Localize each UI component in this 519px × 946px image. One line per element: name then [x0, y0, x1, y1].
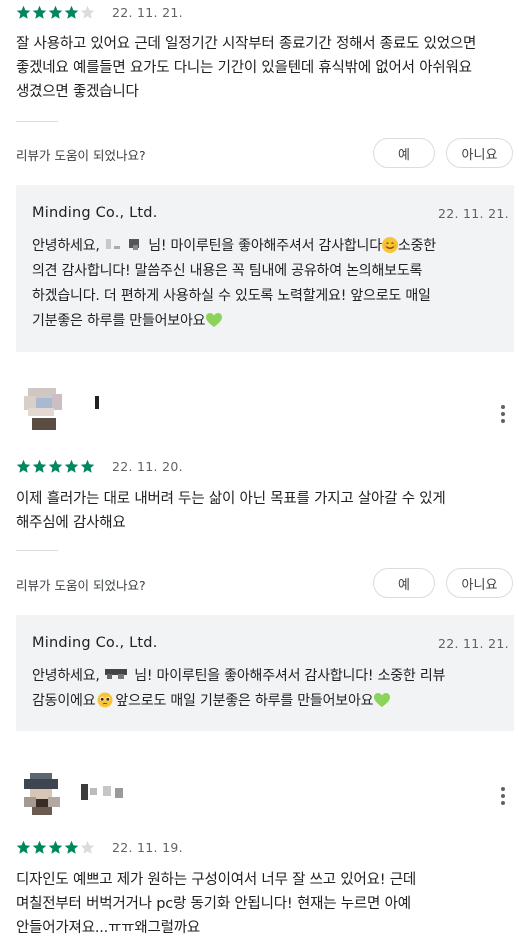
star-empty-icon: [80, 5, 95, 19]
green-heart-emoji-icon: [374, 693, 391, 707]
reply-date: 22. 11. 21.: [438, 636, 509, 651]
star-filled-icon: [32, 5, 47, 19]
review-3-rating: [16, 840, 95, 855]
star-filled-icon: [64, 5, 79, 19]
review-2-more-options-icon[interactable]: [500, 405, 506, 423]
star-filled-icon: [80, 459, 95, 473]
star-filled-icon: [48, 5, 63, 19]
redacted-username: [104, 667, 130, 681]
review-2-divider: [16, 550, 58, 551]
review-2-helpful-question: 리뷰가 도움이 되었나요?: [16, 578, 146, 593]
review-3-text: 디자인도 예쁘고 제가 원하는 구성이여서 너무 잘 쓰고 있어요! 근데 며칠…: [16, 872, 417, 936]
review-1-divider: [16, 121, 58, 122]
review-2-author-name: [95, 396, 99, 409]
review-1-yes-button[interactable]: 예: [373, 138, 435, 168]
review-2-avatar: [22, 388, 64, 430]
developer-name: Minding Co., Ltd.: [32, 635, 158, 651]
review-3-avatar: [20, 773, 64, 815]
review-2-no-button[interactable]: 아니요: [446, 568, 513, 598]
star-filled-icon: [32, 840, 47, 854]
reply-date: 22. 11. 21.: [438, 206, 509, 221]
star-filled-icon: [64, 840, 79, 854]
review-3-author-name: [81, 784, 129, 802]
developer-name: Minding Co., Ltd.: [32, 205, 158, 221]
reply-text: 안녕하세요, 님! 마이루틴을 좋아해주셔서 감사합니다! 소중한 리뷰 감동이…: [32, 667, 446, 709]
review-3-more-options-icon[interactable]: [500, 787, 506, 805]
review-1-helpful-question: 리뷰가 도움이 되었나요?: [16, 148, 146, 163]
green-heart-emoji-icon: [206, 313, 223, 327]
redacted-username: [104, 237, 144, 251]
review-1-developer-reply: Minding Co., Ltd. 22. 11. 21. 안녕하세요, 님! …: [16, 185, 514, 352]
review-3-date: 22. 11. 19.: [112, 840, 183, 855]
smiling-face-emoji-icon: [381, 237, 398, 253]
review-1-no-button[interactable]: 아니요: [446, 138, 513, 168]
review-2-yes-button[interactable]: 예: [373, 568, 435, 598]
star-filled-icon: [48, 459, 63, 473]
review-1-rating: [16, 5, 95, 20]
review-2-text: 이제 흘러가는 대로 내버려 두는 삶이 아닌 목표를 가지고 살아갈 수 있게…: [16, 491, 446, 531]
star-filled-icon: [32, 459, 47, 473]
star-empty-icon: [80, 840, 95, 854]
pleading-face-emoji-icon: [97, 692, 113, 708]
review-1-date: 22. 11. 21.: [112, 5, 183, 20]
star-filled-icon: [64, 459, 79, 473]
star-filled-icon: [48, 840, 63, 854]
review-2-developer-reply: Minding Co., Ltd. 22. 11. 21. 안녕하세요, 님! …: [16, 615, 514, 731]
star-filled-icon: [16, 5, 31, 19]
star-filled-icon: [16, 840, 31, 854]
review-2-date: 22. 11. 20.: [112, 459, 183, 474]
reply-text: 안녕하세요, 님! 마이루틴을 좋아해주셔서 감사합니다 소중한 의견 감사합니다…: [32, 237, 436, 329]
star-filled-icon: [16, 459, 31, 473]
review-2-rating: [16, 459, 95, 474]
review-1-text: 잘 사용하고 있어요 근데 일정기간 시작부터 종료기간 정해서 종료도 있었으…: [16, 36, 477, 100]
